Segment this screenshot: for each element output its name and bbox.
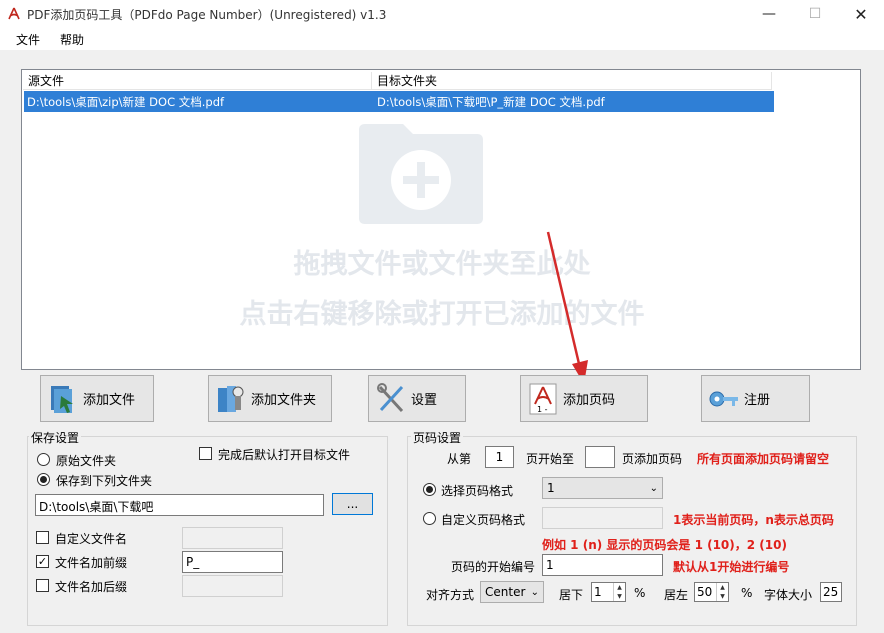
- chevron-down-icon: ⌄: [530, 586, 539, 598]
- page-settings-title: 页码设置: [411, 429, 464, 446]
- file-row-source: D:\tools\桌面\zip\新建 DOC 文档.pdf: [27, 95, 225, 109]
- percent-label: %: [634, 586, 646, 600]
- left-spinner[interactable]: 50 ▲ ▼: [694, 582, 729, 602]
- window-title: PDF添加页码工具（PDFdo Page Number）(Unregistere…: [27, 8, 387, 22]
- radio-dot: [426, 486, 433, 493]
- from-label: 从第: [447, 452, 472, 466]
- add-file-button[interactable]: 添加文件: [40, 375, 154, 422]
- left-label: 居左: [664, 588, 689, 602]
- context-hint: 点击右键移除或打开已添加的文件: [239, 299, 645, 330]
- spinner-arrows-icon[interactable]: ▲ ▼: [613, 583, 625, 601]
- browse-button[interactable]: ...: [332, 493, 373, 515]
- start-number-input[interactable]: 1: [542, 554, 663, 576]
- custom-filename-label: 自定义文件名: [55, 532, 128, 546]
- format-select[interactable]: 1 ⌄: [542, 477, 663, 499]
- close-button[interactable]: ✕: [838, 0, 884, 28]
- add-page-number-label: 添加页码: [563, 393, 616, 408]
- add-file-icon: [51, 385, 73, 413]
- drop-hint: 拖拽文件或文件夹至此处: [293, 249, 591, 280]
- add-folder-icon: [218, 385, 244, 412]
- align-select-value: Center: [485, 585, 526, 599]
- to-page-input[interactable]: [585, 446, 615, 468]
- radio-save-to-folder[interactable]: [37, 473, 50, 486]
- folder-add-icon: [359, 124, 483, 224]
- register-label: 注册: [744, 393, 771, 408]
- start-number-label: 页码的开始编号: [451, 560, 536, 574]
- file-row-target: D:\tools\桌面\下载吧\P_新建 DOC 文档.pdf: [377, 95, 605, 109]
- radio-select-format[interactable]: [423, 483, 436, 496]
- menu-help[interactable]: 帮助: [60, 31, 84, 48]
- prefix-input[interactable]: P_: [182, 551, 283, 573]
- add-file-label: 添加文件: [83, 393, 136, 408]
- title-bar: PDF添加页码工具（PDFdo Page Number）(Unregistere…: [0, 0, 884, 28]
- original-folder-label: 原始文件夹: [56, 454, 117, 468]
- font-size-input[interactable]: 25: [820, 582, 842, 602]
- tools-icon: [377, 382, 404, 412]
- bottom-label: 居下: [559, 588, 584, 602]
- pdf-page-number-icon: 1 -: [529, 383, 557, 414]
- all-pages-hint: 所有页面添加页码请留空: [697, 452, 830, 466]
- key-icon: [709, 391, 738, 406]
- from-page-input[interactable]: 1: [485, 446, 514, 468]
- annotation-arrow-icon: [546, 231, 588, 384]
- format-hint: 1表示当前页码，n表示总页码: [673, 513, 834, 527]
- add-page-number-button[interactable]: 1 - 添加页码: [520, 375, 648, 422]
- radio-dot: [40, 476, 47, 483]
- prefix-checkbox[interactable]: ✓: [36, 555, 49, 568]
- custom-format-label: 自定义页码格式: [441, 513, 526, 527]
- settings-button[interactable]: 设置: [368, 375, 466, 422]
- file-list[interactable]: 源文件 目标文件夹 D:\tools\桌面\zip\新建 DOC 文档.pdf …: [21, 69, 861, 370]
- to-label: 页开始至: [526, 452, 575, 466]
- suffix-checkbox[interactable]: [36, 579, 49, 592]
- align-label: 对齐方式: [426, 588, 475, 602]
- format-select-value: 1: [547, 481, 555, 495]
- chevron-down-icon: ⌄: [649, 482, 658, 494]
- file-row[interactable]: D:\tools\桌面\zip\新建 DOC 文档.pdf D:\tools\桌…: [24, 91, 774, 112]
- align-select[interactable]: Center ⌄: [480, 581, 544, 603]
- format-example-hint: 例如 1 (n) 显示的页码会是 1 (10)，2 (10): [542, 538, 787, 552]
- add-folder-button[interactable]: 添加文件夹: [208, 375, 332, 422]
- start-number-hint: 默认从1开始进行编号: [673, 560, 790, 574]
- custom-filename-checkbox[interactable]: [36, 531, 49, 544]
- custom-filename-input[interactable]: [182, 527, 283, 549]
- bottom-spinner[interactable]: 1 ▲ ▼: [591, 582, 626, 602]
- folder-path-input[interactable]: D:\tools\桌面\下载吧: [35, 494, 324, 516]
- radio-custom-format[interactable]: [423, 512, 436, 525]
- svg-text:1 -: 1 -: [537, 405, 548, 414]
- custom-format-input[interactable]: [542, 507, 663, 529]
- pdf-app-icon: [8, 7, 20, 20]
- minimize-button[interactable]: —: [746, 0, 792, 28]
- select-format-label: 选择页码格式: [441, 484, 514, 498]
- spinner-arrows-icon[interactable]: ▲ ▼: [716, 583, 728, 601]
- save-settings-title: 保存设置: [29, 429, 82, 446]
- suffix-label: 文件名加后缀: [55, 580, 128, 594]
- menu-bar: 文件 帮助: [0, 28, 884, 50]
- settings-label: 设置: [411, 393, 438, 408]
- left-spinner-value: 50: [697, 585, 713, 599]
- save-to-folder-label: 保存到下列文件夹: [56, 474, 153, 488]
- radio-original-folder[interactable]: [37, 453, 50, 466]
- menu-file[interactable]: 文件: [16, 31, 40, 48]
- open-after-label: 完成后默认打开目标文件: [218, 448, 351, 462]
- open-after-checkbox[interactable]: [199, 447, 212, 460]
- prefix-label: 文件名加前缀: [55, 556, 128, 570]
- percent-label: %: [741, 586, 753, 600]
- maximize-button[interactable]: ☐: [792, 0, 838, 28]
- column-header-target[interactable]: 目标文件夹: [372, 72, 772, 90]
- font-size-label: 字体大小: [764, 588, 813, 602]
- bottom-spinner-value: 1: [594, 585, 602, 599]
- suffix-input[interactable]: [182, 575, 283, 597]
- column-header-source[interactable]: 源文件: [23, 72, 372, 90]
- register-button[interactable]: 注册: [701, 375, 810, 422]
- add-label: 页添加页码: [622, 452, 683, 466]
- add-folder-label: 添加文件夹: [251, 393, 317, 408]
